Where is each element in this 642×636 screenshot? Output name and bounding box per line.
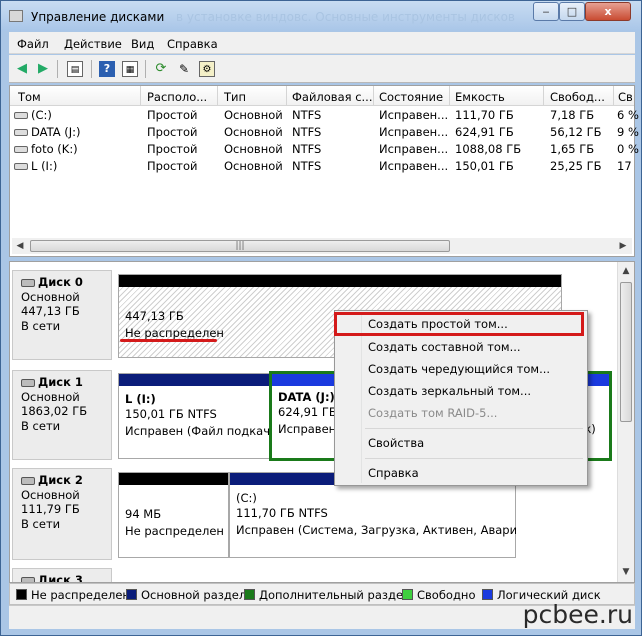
disk-icon	[21, 378, 35, 387]
column-header[interactable]: Св	[618, 90, 634, 104]
horizontal-scrollbar[interactable]: ◀ ||| ▶	[12, 238, 632, 254]
menu-action[interactable]: Действие	[64, 37, 122, 51]
vertical-scrollbar[interactable]: ▲ ▼	[617, 262, 634, 582]
scroll-thumb[interactable]	[620, 282, 632, 422]
menu-item-create-raid5-volume: Создать том RAID-5...	[368, 406, 498, 420]
menu-item-help[interactable]: Справка	[337, 463, 585, 485]
unallocated-small-partition[interactable]: 94 МБ Не распределен	[118, 472, 229, 558]
export-list-icon[interactable]: ✎	[176, 61, 192, 77]
legend-primary: Основной раздел	[126, 588, 246, 602]
legend-extended: Дополнительный раздел	[244, 588, 410, 602]
back-arrow-icon[interactable]: ◀	[14, 61, 30, 77]
table-row[interactable]: (C:) Простой Основной NTFS Исправен... 1…	[10, 107, 639, 124]
menu-help[interactable]: Справка	[167, 37, 218, 51]
scroll-up-icon[interactable]: ▲	[620, 265, 632, 277]
menu-bar: Файл Действие Вид Справка	[9, 32, 635, 54]
app-icon	[9, 10, 23, 22]
toolbar-separator	[145, 60, 146, 78]
menu-item-create-spanned-volume[interactable]: Создать составной том...	[337, 337, 585, 359]
menu-item-create-striped-volume[interactable]: Создать чередующийся том...	[337, 359, 585, 381]
disk-icon	[21, 476, 35, 485]
drive-icon	[14, 129, 28, 136]
title-bar: Управление дисками в установке виндовс. …	[1, 1, 641, 31]
settings-icon[interactable]: ⚙	[199, 61, 215, 77]
highlight-box	[334, 312, 584, 336]
forward-arrow-icon[interactable]: ▶	[35, 61, 51, 77]
column-header[interactable]: Располо...	[147, 90, 217, 104]
column-header[interactable]: Свобод...	[550, 90, 612, 104]
legend-free: Свободно	[402, 588, 475, 602]
toolbar-separator	[57, 60, 58, 78]
menu-view[interactable]: Вид	[131, 37, 154, 51]
column-header[interactable]: Емкость	[455, 90, 540, 104]
toolbar-separator	[91, 60, 92, 78]
context-menu: Создать простой том... Создать составной…	[334, 310, 588, 486]
drive-icon	[14, 112, 28, 119]
volume-table-header: Том Располо... Тип Файловая с... Состоян…	[10, 86, 634, 106]
disk-icon	[21, 278, 35, 287]
help-icon[interactable]: ?	[99, 61, 115, 77]
scroll-down-icon[interactable]: ▼	[620, 566, 632, 578]
window-title: Управление дисками	[31, 10, 165, 24]
highlight-underline	[120, 339, 217, 342]
disk-0-info[interactable]: Диск 0 Основной 447,13 ГБ В сети	[12, 270, 112, 360]
legend-unallocated: Не распределен	[16, 588, 130, 602]
menu-file[interactable]: Файл	[17, 37, 49, 51]
disk-2-info[interactable]: Диск 2 Основной 111,79 ГБ В сети	[12, 468, 112, 560]
volume-list-pane: Том Располо... Тип Файловая с... Состоян…	[9, 85, 639, 257]
close-button[interactable]: x	[585, 2, 631, 21]
watermark-text: pcbee.ru	[522, 600, 633, 629]
column-header[interactable]: Тип	[224, 90, 284, 104]
scroll-right-icon[interactable]: ▶	[617, 240, 629, 252]
column-header[interactable]: Состояние	[379, 90, 449, 104]
refresh-icon[interactable]: ⟳	[153, 61, 169, 77]
table-row[interactable]: DATA (J:) Простой Основной NTFS Исправен…	[10, 124, 639, 141]
column-header[interactable]: Файловая с...	[292, 90, 372, 104]
column-header[interactable]: Том	[18, 90, 138, 104]
scroll-left-icon[interactable]: ◀	[14, 240, 26, 252]
window-title-overlay: в установке виндовс. Основные инструмент…	[176, 10, 515, 24]
menu-item-create-mirrored-volume[interactable]: Создать зеркальный том...	[337, 381, 585, 403]
properties-icon[interactable]: ▦	[122, 61, 138, 77]
scroll-thumb[interactable]: |||	[30, 240, 450, 252]
toolbar: ◀ ▶ ▤ ? ▦ ⟳ ✎ ⚙	[9, 55, 635, 83]
maximize-button[interactable]: □	[559, 2, 585, 21]
partition-l[interactable]: L (I:) 150,01 ГБ NTFS Исправен (Файл под…	[118, 373, 270, 459]
minimize-button[interactable]: ‒	[533, 2, 559, 21]
disk-1-info[interactable]: Диск 1 Основной 1863,02 ГБ В сети	[12, 370, 112, 460]
drive-icon	[14, 163, 28, 170]
table-row[interactable]: foto (K:) Простой Основной NTFS Исправен…	[10, 141, 639, 158]
table-row[interactable]: L (I:) Простой Основной NTFS Исправен...…	[10, 158, 634, 175]
disk-management-window: Управление дисками в установке виндовс. …	[0, 0, 642, 636]
drive-icon	[14, 146, 28, 153]
disk-3-info[interactable]: Диск 3	[12, 568, 112, 582]
menu-item-properties[interactable]: Свойства	[337, 433, 585, 455]
console-tree-icon[interactable]: ▤	[67, 61, 83, 77]
